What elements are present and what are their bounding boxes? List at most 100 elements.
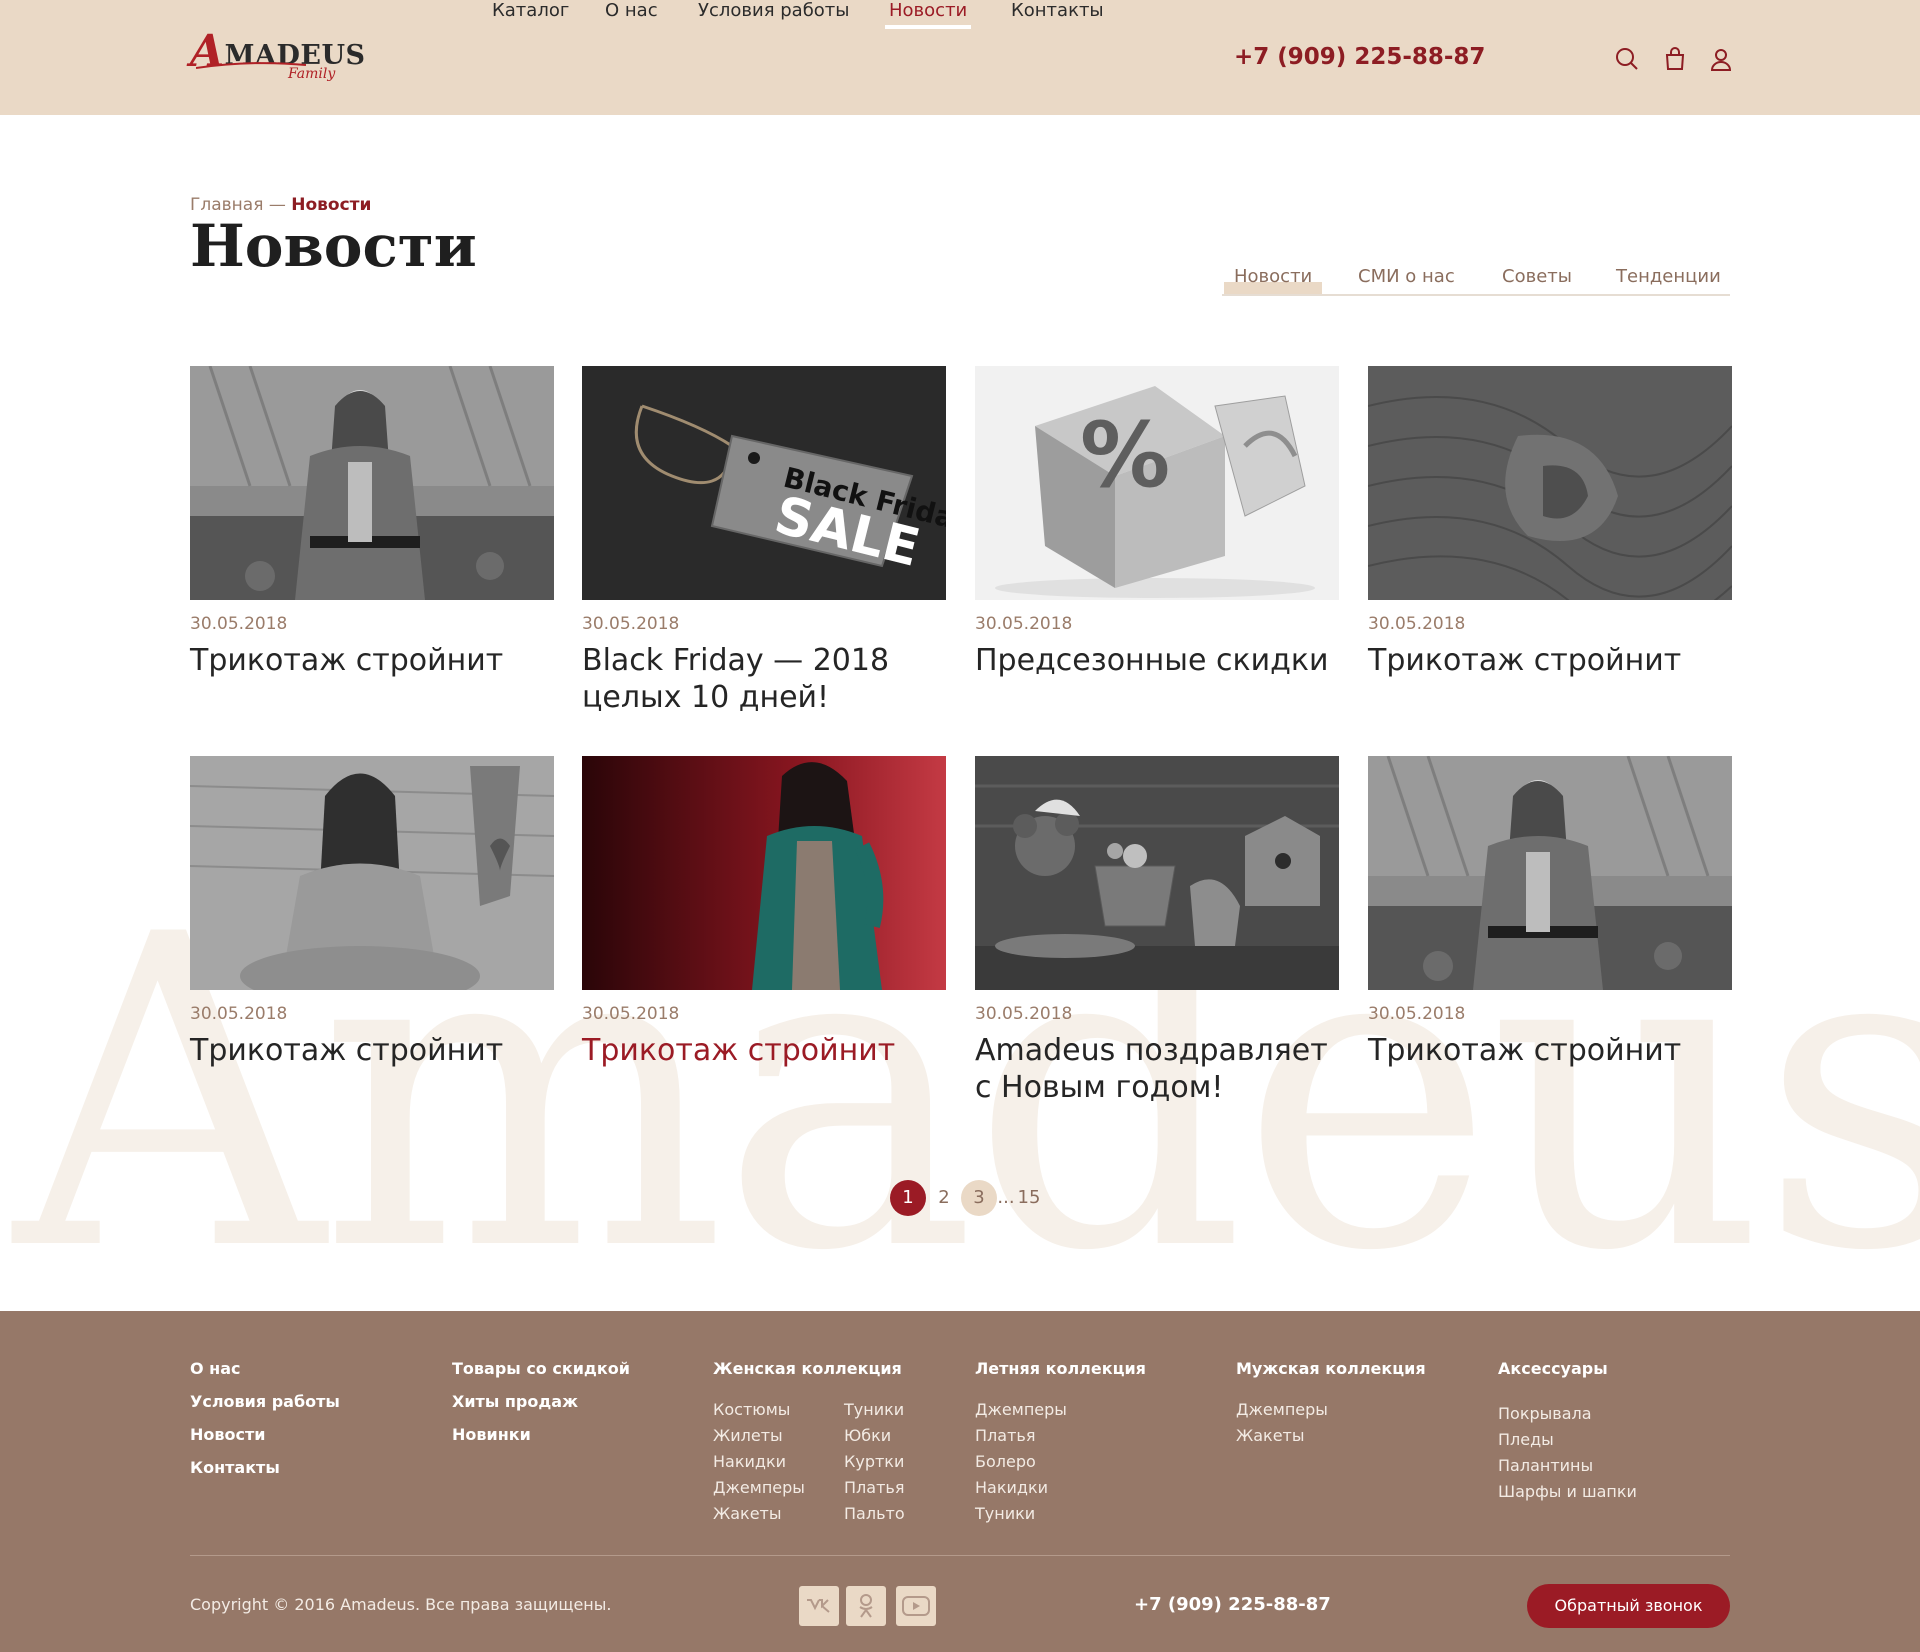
page-title: Новости	[190, 212, 477, 280]
footer-link[interactable]: Джемперы	[975, 1400, 1067, 1419]
news-card[interactable]: 30.05.2018 Трикотаж стройнит	[190, 756, 554, 1069]
footer-link[interactable]: Жилеты	[713, 1426, 783, 1445]
footer-link-about[interactable]: О нас	[190, 1359, 241, 1378]
callback-button[interactable]: Обратный звонок	[1527, 1584, 1730, 1628]
news-image-black-friday: Black Friday SALE	[582, 366, 946, 600]
footer-link[interactable]: Накидки	[975, 1478, 1048, 1497]
odnoklassniki-icon[interactable]	[846, 1586, 886, 1626]
tab-tips[interactable]: Советы	[1502, 266, 1572, 287]
news-image-christmas-toys	[975, 756, 1339, 990]
nav-about[interactable]: О нас	[605, 0, 658, 21]
news-card[interactable]: 30.05.2018 Трикотаж стройнит	[1368, 366, 1732, 679]
news-title[interactable]: Предсезонные скидки	[975, 642, 1339, 679]
footer-col-men: Мужская коллекция Джемперы Жакеты	[1236, 1359, 1426, 1452]
news-date: 30.05.2018	[975, 614, 1073, 634]
news-title[interactable]: Трикотаж стройнит	[190, 642, 554, 679]
page-2[interactable]: 2	[926, 1180, 962, 1216]
percent-glyph: %	[1080, 403, 1170, 508]
news-image-knit-fabric	[1368, 366, 1732, 600]
footer-link[interactable]: Платья	[844, 1478, 904, 1497]
footer-link-bestsellers[interactable]: Хиты продаж	[452, 1392, 578, 1411]
footer-heading-men[interactable]: Мужская коллекция	[1236, 1359, 1426, 1378]
footer-link[interactable]: Накидки	[713, 1452, 786, 1471]
vk-icon[interactable]	[799, 1586, 839, 1626]
footer-link-new[interactable]: Новинки	[452, 1425, 531, 1444]
footer-link[interactable]: Пледы	[1498, 1430, 1554, 1449]
site-footer: О нас Условия работы Новости Контакты То…	[0, 1311, 1920, 1652]
footer-link-sale[interactable]: Товары со скидкой	[452, 1359, 630, 1378]
news-date: 30.05.2018	[582, 614, 680, 634]
news-card[interactable]: 30.05.2018 Трикотаж стройнит	[582, 756, 946, 1069]
news-title[interactable]: Amadeus поздравляет с Новым годом!	[975, 1032, 1339, 1106]
footer-col-summer: Летняя коллекция Джемперы Платья Болеро …	[975, 1359, 1146, 1530]
news-card[interactable]: 30.05.2018 Трикотаж стройнит	[1368, 756, 1732, 1069]
footer-heading-summer[interactable]: Летняя коллекция	[975, 1359, 1146, 1378]
footer-link[interactable]: Костюмы	[713, 1400, 790, 1419]
footer-link[interactable]: Болеро	[975, 1452, 1036, 1471]
news-card[interactable]: Black Friday SALE 30.05.2018 Black Frida…	[582, 366, 946, 716]
bag-icon[interactable]	[1662, 46, 1688, 72]
news-date: 30.05.2018	[1368, 1004, 1466, 1024]
user-icon[interactable]	[1708, 46, 1734, 72]
news-tabs: Новости СМИ о нас Советы Тенденции	[1222, 266, 1730, 296]
news-title[interactable]: Трикотаж стройнит	[582, 1032, 946, 1069]
footer-col-shop: Товары со скидкой Хиты продаж Новинки	[452, 1359, 630, 1458]
footer-heading-women[interactable]: Женская коллекция	[713, 1359, 902, 1378]
page-1[interactable]: 1	[890, 1180, 926, 1216]
news-date: 30.05.2018	[975, 1004, 1073, 1024]
footer-col-accessories: Аксессуары Покрывала Пледы Палантины Шар…	[1498, 1359, 1637, 1508]
logo-family-text: Family	[288, 66, 336, 82]
news-date: 30.05.2018	[1368, 614, 1466, 634]
search-icon[interactable]	[1614, 46, 1640, 72]
footer-col-info: О нас Условия работы Новости Контакты	[190, 1359, 340, 1491]
tab-trends[interactable]: Тенденции	[1616, 266, 1721, 287]
nav-terms[interactable]: Условия работы	[698, 0, 850, 21]
news-image-woman-sweater	[190, 756, 554, 990]
footer-link-news[interactable]: Новости	[190, 1425, 265, 1444]
news-date: 30.05.2018	[582, 1004, 680, 1024]
footer-link[interactable]: Юбки	[844, 1426, 891, 1445]
news-date: 30.05.2018	[190, 614, 288, 634]
footer-link[interactable]: Куртки	[844, 1452, 904, 1471]
tab-media[interactable]: СМИ о нас	[1358, 266, 1455, 287]
news-image-percent-box: %	[975, 366, 1339, 600]
footer-link[interactable]: Палантины	[1498, 1456, 1593, 1475]
news-title[interactable]: Трикотаж стройнит	[190, 1032, 554, 1069]
footer-link[interactable]: Туники	[975, 1504, 1035, 1523]
footer-divider	[190, 1555, 1730, 1556]
news-image-woman-green-cardigan	[582, 756, 946, 990]
footer-heading-accessories[interactable]: Аксессуары	[1498, 1359, 1608, 1378]
news-image-woman-cardigan	[1368, 756, 1732, 990]
news-title[interactable]: Трикотаж стройнит	[1368, 642, 1732, 679]
footer-link[interactable]: Жакеты	[1236, 1426, 1305, 1445]
nav-news[interactable]: Новости	[884, 0, 972, 29]
footer-link-contacts[interactable]: Контакты	[190, 1458, 280, 1477]
tab-news[interactable]: Новости	[1234, 266, 1312, 287]
page-15[interactable]: 15	[1011, 1180, 1047, 1216]
news-card[interactable]: 30.05.2018 Amadeus поздравляет с Новым г…	[975, 756, 1339, 1106]
news-card[interactable]: % 30.05.2018 Предсезонные скидки	[975, 366, 1339, 679]
footer-link[interactable]: Джемперы	[713, 1478, 805, 1497]
footer-link[interactable]: Пальто	[844, 1504, 905, 1523]
footer-link[interactable]: Жакеты	[713, 1504, 782, 1523]
copyright-text: Copyright © 2016 Amadeus. Все права защи…	[190, 1595, 612, 1614]
site-header: AMADEUS Family Каталог О нас Условия раб…	[0, 0, 1920, 115]
footer-link[interactable]: Покрывала	[1498, 1404, 1592, 1423]
amadeus-logo[interactable]: AMADEUS Family	[190, 24, 365, 90]
news-title[interactable]: Трикотаж стройнит	[1368, 1032, 1732, 1069]
nav-contacts[interactable]: Контакты	[1011, 0, 1104, 21]
news-card[interactable]: 30.05.2018 Трикотаж стройнит	[190, 366, 554, 679]
footer-link[interactable]: Джемперы	[1236, 1400, 1328, 1419]
news-date: 30.05.2018	[190, 1004, 288, 1024]
youtube-icon[interactable]	[896, 1586, 936, 1626]
footer-link-terms[interactable]: Условия работы	[190, 1392, 340, 1411]
header-phone[interactable]: +7 (909) 225-88-87	[1234, 44, 1485, 70]
footer-link[interactable]: Туники	[844, 1400, 904, 1419]
nav-catalog[interactable]: Каталог	[492, 0, 569, 21]
footer-phone[interactable]: +7 (909) 225-88-87	[1134, 1594, 1331, 1615]
footer-col-women: Женская коллекция Костюмы Жилеты Накидки…	[713, 1359, 905, 1530]
news-title[interactable]: Black Friday — 2018 целых 10 дней!	[582, 642, 946, 716]
footer-link[interactable]: Платья	[975, 1426, 1035, 1445]
footer-link[interactable]: Шарфы и шапки	[1498, 1482, 1637, 1501]
news-image-woman-cardigan	[190, 366, 554, 600]
